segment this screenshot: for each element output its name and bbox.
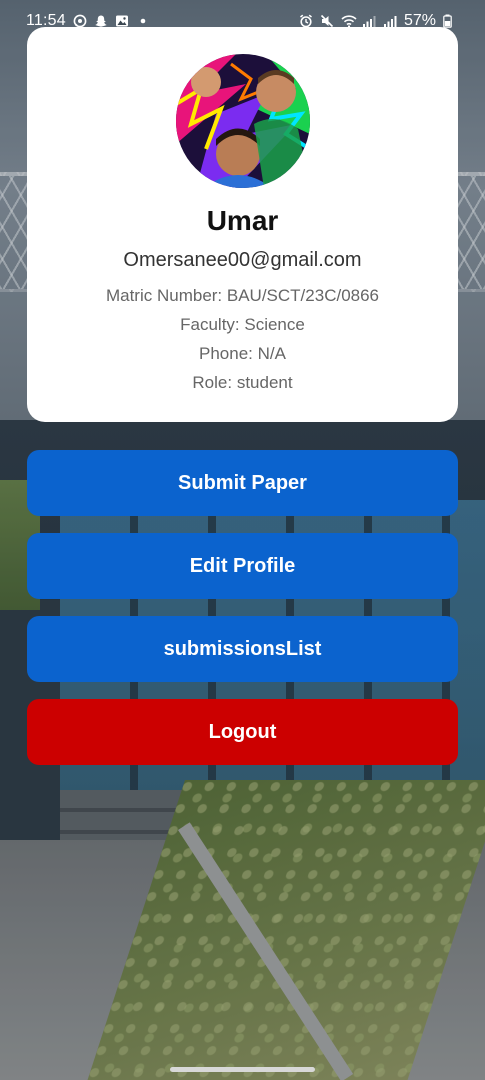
submissions-list-button[interactable]: submissionsList xyxy=(27,616,458,682)
action-buttons: Submit Paper Edit Profile submissionsLis… xyxy=(27,450,458,765)
user-email: Omersanee00@gmail.com xyxy=(123,249,362,271)
home-indicator[interactable] xyxy=(170,1067,315,1072)
wifi-icon xyxy=(341,14,357,28)
whatsapp-icon xyxy=(73,14,87,28)
status-time: 11:54 xyxy=(26,12,66,29)
submit-paper-button[interactable]: Submit Paper xyxy=(27,450,458,516)
matric-number: Matric Number: BAU/SCT/23C/0866 xyxy=(105,286,380,305)
logout-button[interactable]: Logout xyxy=(27,699,458,765)
snapchat-icon xyxy=(94,14,108,28)
status-right: 57% xyxy=(299,12,457,30)
status-left: 11:54 xyxy=(26,12,150,30)
role: Role: student xyxy=(192,373,293,392)
signal-icon xyxy=(383,14,397,28)
battery-percent: 57% xyxy=(403,12,436,29)
avatar[interactable] xyxy=(175,54,310,188)
dot-icon xyxy=(136,14,150,28)
edit-profile-button[interactable]: Edit Profile xyxy=(27,533,458,599)
alarm-icon xyxy=(299,14,313,28)
signal-icon xyxy=(362,14,376,28)
faculty: Faculty: Science xyxy=(180,315,305,334)
gallery-icon xyxy=(115,14,129,28)
profile-card: Umar Omersanee00@gmail.com Matric Number… xyxy=(27,27,458,422)
user-name: Umar xyxy=(206,205,279,236)
battery-icon xyxy=(443,14,457,28)
avatar-image xyxy=(175,54,310,188)
phone: Phone: N/A xyxy=(199,344,286,363)
status-bar: 11:54 57% xyxy=(0,0,485,42)
mute-icon xyxy=(320,14,334,28)
